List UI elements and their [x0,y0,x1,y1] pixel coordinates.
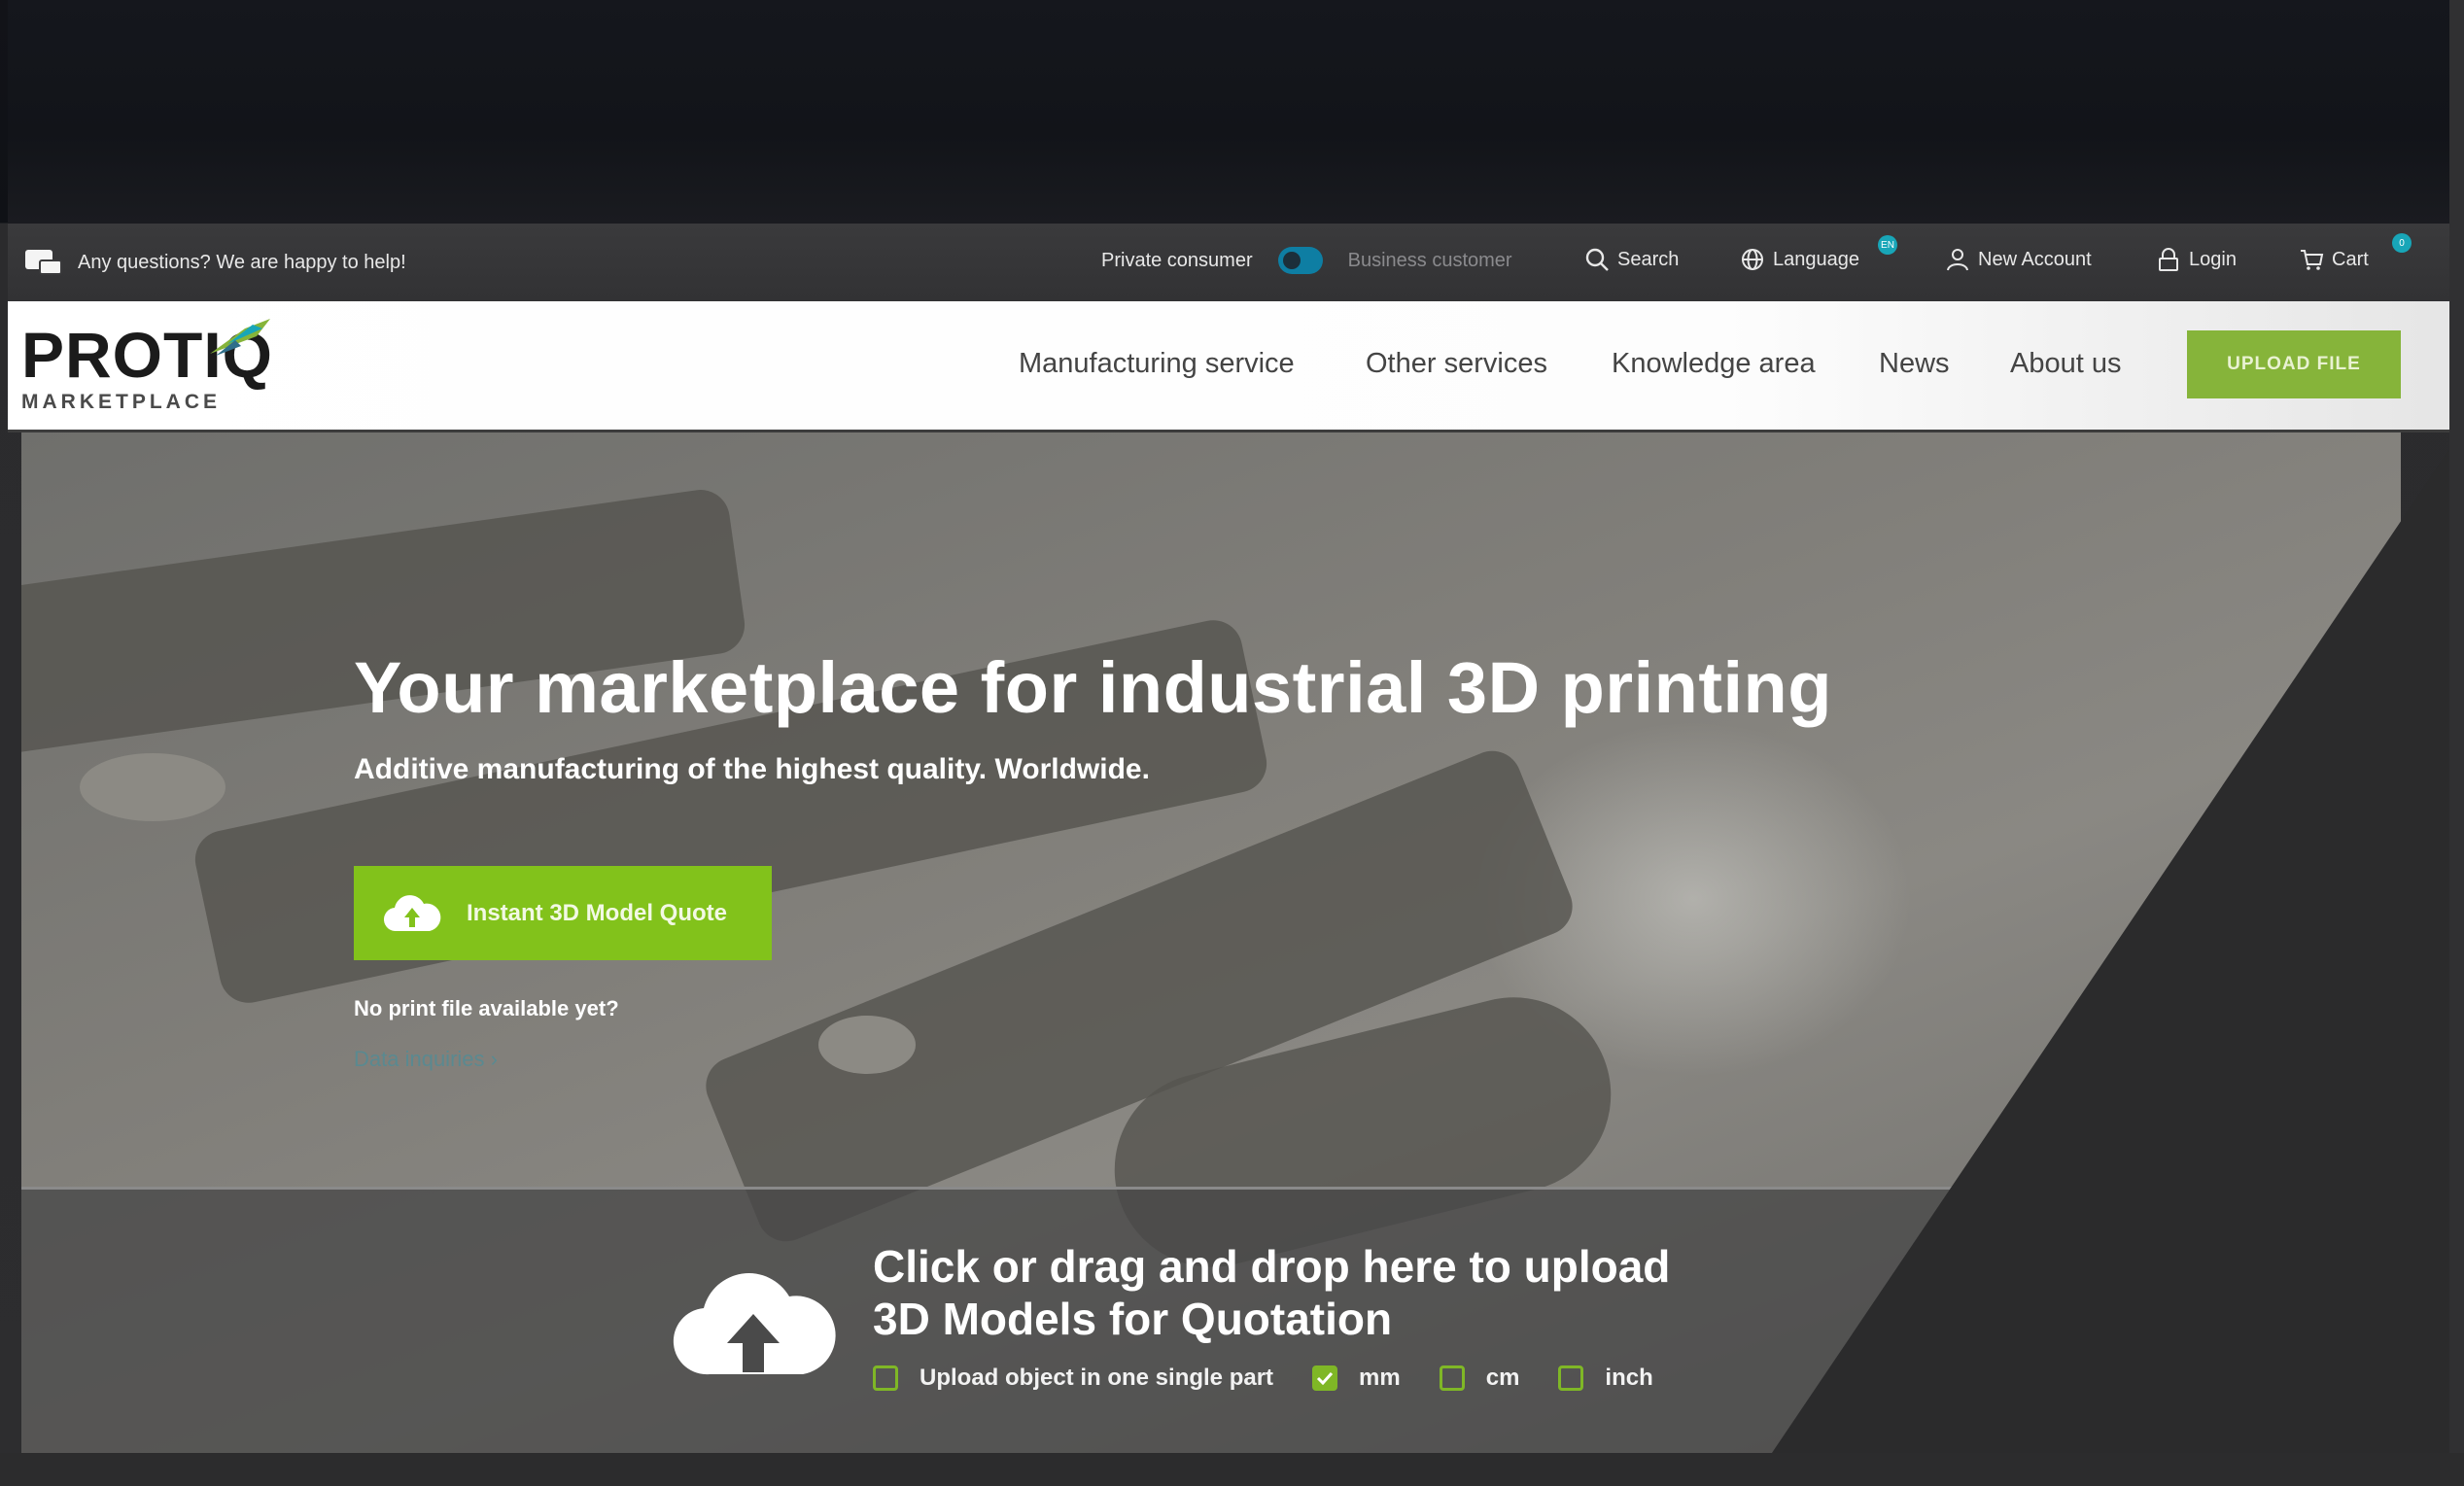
decorative-dark-wedge [0,0,2464,1486]
browser-frame: Any questions? We are happy to help! Pri… [0,0,2464,1486]
